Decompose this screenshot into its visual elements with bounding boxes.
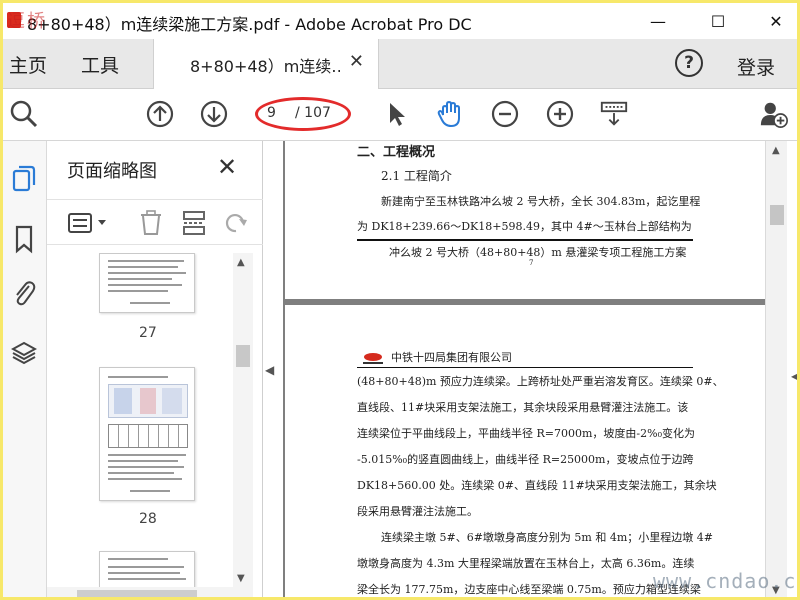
footer-rule [357, 239, 693, 241]
page-thumbnails-icon[interactable] [9, 163, 39, 195]
document-page-8: 中铁十四局集团有限公司 (48+80+48)m 预应力连续梁。上跨桥址处严重岩溶… [285, 305, 765, 597]
login-link[interactable]: 登录 [737, 53, 775, 80]
options-menu-icon[interactable] [67, 212, 111, 238]
maximize-button[interactable]: ☐ [695, 3, 741, 39]
horizontal-scroll-thumb[interactable] [77, 590, 197, 597]
keyboard-scroll-icon[interactable] [599, 99, 629, 129]
paragraph-line: 连续梁主墩 5#、6#墩墩身高度分别为 5m 和 4m；小里程边墩 4# [381, 531, 713, 544]
extract-pages-icon[interactable] [181, 210, 207, 240]
add-user-icon[interactable] [759, 99, 789, 129]
close-window-button[interactable]: ✕ [753, 3, 797, 39]
thumbnail-horizontal-scrollbar[interactable] [47, 587, 253, 597]
page-number-field[interactable]: 9 / 107 [255, 97, 351, 131]
page-footer: 冲么坡 2 号大桥（48+80+48）m 悬灌梁专项工程施工方案 [389, 246, 687, 259]
paragraph-line: 梁全长为 177.75m，边支座中心线至梁端 0.75m。预应力箱型连续梁 [357, 583, 701, 596]
document-page-7: 二、工程概况 2.1 工程简介 新建南宁至玉林铁路冲么坡 2 号大桥，全长 30… [285, 141, 765, 299]
page-thumbnails-panel: 页面缩略图 ✕ 27 28 ▲ ▼ [47, 141, 263, 597]
attachment-icon[interactable] [9, 277, 39, 309]
company-logo-icon [363, 353, 383, 364]
help-icon[interactable]: ? [675, 49, 703, 77]
paragraph-line: 墩墩身高度为 4.3m 大里程梁端放置在玉林台上，太高 6.36m。连续 [357, 557, 695, 570]
panel-close-icon[interactable]: ✕ [217, 153, 237, 181]
delete-page-icon[interactable] [139, 210, 163, 240]
zoom-out-icon[interactable] [490, 99, 520, 129]
thumbnail-scroll-thumb[interactable] [236, 345, 250, 367]
document-tab-label: 8+80+48）m连续… [190, 57, 340, 76]
paragraph-line: 连续梁位于平曲线段上，平曲线半径 R=7000m，坡度由-2%₀变化为 [357, 427, 695, 440]
document-scrollbar[interactable]: ▲ ▼ [765, 141, 787, 597]
header-rule [357, 367, 693, 368]
window-title: 8+80+48）m连续梁施工方案.pdf - Adobe Acrobat Pro… [27, 15, 472, 34]
close-tab-icon[interactable]: ✕ [349, 51, 364, 72]
tab-document[interactable]: 8+80+48）m连续… ✕ [153, 39, 379, 89]
panel-title: 页面缩略图 [67, 161, 157, 182]
thumbnail-list: 27 28 [47, 253, 233, 593]
thumbnail-label: 28 [139, 511, 157, 527]
paragraph-line: 新建南宁至玉林铁路冲么坡 2 号大桥，全长 304.83m，起讫里程 [381, 195, 701, 208]
bookmark-icon[interactable] [9, 223, 39, 255]
paragraph-line: 段采用悬臂灌注法施工。 [357, 505, 478, 518]
minimize-button[interactable]: — [635, 3, 681, 39]
tab-home[interactable]: 主页 [9, 51, 47, 78]
red-annotation-ellipse [255, 97, 351, 131]
hand-tool-icon[interactable] [435, 99, 465, 129]
overlay-watermark-text: 逗桥 [7, 11, 47, 32]
thumbnail-label: 27 [139, 325, 157, 341]
search-zoom-icon[interactable] [9, 99, 39, 129]
page-number: 7 [529, 259, 534, 267]
collapse-panel-icon[interactable]: ◀ [265, 363, 274, 377]
layers-icon[interactable] [9, 337, 39, 369]
document-scroll-thumb[interactable] [770, 205, 784, 225]
paragraph-line: (48+80+48)m 预应力连续梁。上跨桥址处严重岩溶发育区。连续梁 0#、 [357, 375, 724, 388]
main-toolbar: 9 / 107 [3, 89, 797, 141]
thumbnail-scrollbar[interactable]: ▲ ▼ [233, 253, 253, 587]
panel-toolbar [47, 199, 263, 245]
document-viewer: 二、工程概况 2.1 工程简介 新建南宁至玉林铁路冲么坡 2 号大桥，全长 30… [283, 141, 765, 597]
select-cursor-icon[interactable] [381, 99, 411, 129]
paragraph-line: -5.015%₀的竖直圆曲线上，曲线半径 R=25000m，变坡点位于边跨 [357, 453, 694, 466]
section-heading: 二、工程概况 [357, 145, 436, 160]
left-navigation-rail [3, 141, 47, 597]
zoom-in-icon[interactable] [545, 99, 575, 129]
paragraph-line: 为 DK18+239.66～DK18+598.49，其中 4#～玉林台上部结构为 [357, 220, 692, 233]
page-down-icon[interactable] [199, 99, 229, 129]
site-watermark: www.cndao.com [653, 569, 797, 593]
thumbnail-page-27[interactable] [99, 253, 195, 313]
paragraph-line: 直线段、11#块采用支架法施工，其余块段采用悬臂灌注法施工。该 [357, 401, 689, 414]
thumbnail-page-28[interactable] [99, 367, 195, 501]
page-up-icon[interactable] [145, 99, 175, 129]
tab-tools[interactable]: 工具 [81, 51, 119, 78]
rotate-page-icon[interactable] [223, 210, 249, 240]
title-bar: 8+80+48）m连续梁施工方案.pdf - Adobe Acrobat Pro… [3, 3, 797, 39]
paragraph-line: DK18+560.00 处。连续梁 0#、直线段 11#块采用支架法施工，其余块 [357, 479, 717, 492]
acrobat-window: 8+80+48）m连续梁施工方案.pdf - Adobe Acrobat Pro… [0, 0, 800, 600]
tab-bar: 主页 工具 8+80+48）m连续… ✕ ? 登录 [3, 39, 797, 89]
company-name: 中铁十四局集团有限公司 [391, 351, 512, 364]
subheading: 2.1 工程简介 [381, 169, 452, 183]
expand-right-panel-icon[interactable]: ◀ [791, 369, 797, 383]
